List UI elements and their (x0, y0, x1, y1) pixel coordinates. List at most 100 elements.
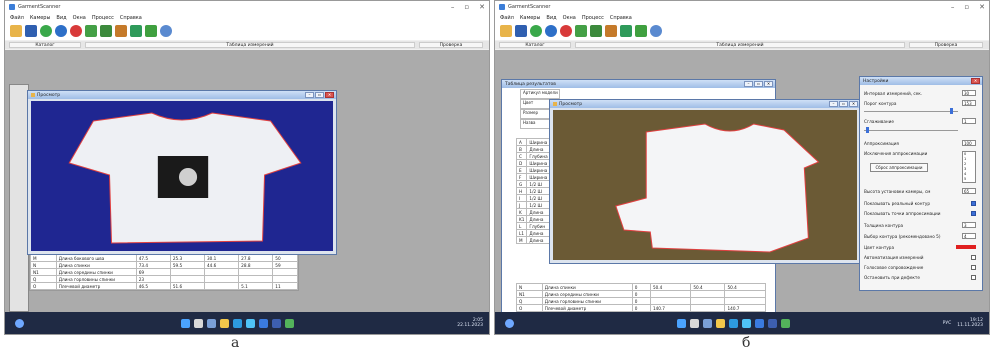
widgets-icon[interactable] (15, 318, 24, 328)
settings-title-bar[interactable]: Настройки ✕ (860, 77, 982, 85)
maximize-button[interactable]: ▫ (964, 3, 969, 11)
open-folder-icon[interactable] (500, 25, 512, 37)
store-icon[interactable] (246, 318, 255, 328)
camera-height-spinner[interactable]: 65 (962, 188, 976, 194)
minimize-icon[interactable]: – (305, 92, 314, 98)
menu-windows[interactable]: Окна (73, 15, 86, 21)
start-menu-icon[interactable] (181, 318, 190, 328)
menu-view[interactable]: Вид (546, 15, 556, 21)
search-icon[interactable] (690, 318, 699, 328)
stop-icon[interactable] (70, 25, 82, 37)
widgets-icon[interactable] (505, 318, 514, 328)
menu-process[interactable]: Процесс (582, 15, 604, 21)
table-row[interactable]: M Длина бокового шва 47.5 25.3 30.1 27.8 50 (30, 254, 298, 262)
task-view-icon[interactable] (207, 318, 216, 328)
preview-window[interactable]: Просмотр – ▫ ✕ (549, 99, 861, 264)
maximize-button[interactable]: ▫ (464, 3, 469, 11)
contour-choice-spinner[interactable]: 4 (962, 233, 976, 239)
contour-color-swatch[interactable] (956, 245, 976, 249)
close-button[interactable]: ✕ (479, 3, 485, 11)
pause-icon[interactable] (55, 25, 67, 37)
camera-icon[interactable] (130, 25, 142, 37)
minimize-icon[interactable]: – (744, 81, 753, 87)
edge-icon[interactable] (729, 318, 738, 328)
menu-help[interactable]: Справка (610, 15, 632, 21)
store-icon[interactable] (742, 318, 751, 328)
chart-icon[interactable] (100, 25, 112, 37)
threshold-slider-thumb[interactable] (950, 108, 953, 114)
tab-measurements[interactable]: Таблица измерений (85, 42, 415, 48)
restore-icon[interactable]: ▫ (315, 92, 324, 98)
start-icon[interactable] (530, 25, 542, 37)
threshold-slider-track[interactable] (864, 111, 958, 112)
open-folder-icon[interactable] (10, 25, 22, 37)
print-icon[interactable] (575, 25, 587, 37)
explorer-icon[interactable] (716, 318, 725, 328)
globe-icon[interactable] (160, 25, 172, 37)
start-menu-icon[interactable] (677, 318, 686, 328)
search-icon[interactable] (194, 318, 203, 328)
close-icon[interactable]: ✕ (849, 101, 858, 107)
show-real-contour-checkbox[interactable] (971, 201, 976, 206)
table-row[interactable]: N Длина спинки 0 50.4 50.4 50.4 (516, 283, 766, 291)
table-row[interactable]: Q Длина горловины спинки 23 (30, 275, 298, 283)
table-row[interactable]: N Длина спинки 73.4 59.5 44.6 28.8 59 (30, 261, 298, 269)
app-icon-b[interactable] (272, 318, 281, 328)
minimize-icon[interactable]: – (829, 101, 838, 107)
minimize-button[interactable]: – (951, 3, 955, 11)
garmentscanner-taskbar-icon[interactable] (781, 318, 790, 328)
threshold-spinner[interactable]: 153 (962, 100, 976, 106)
menu-view[interactable]: Вид (56, 15, 66, 21)
tab-measurements[interactable]: Таблица измерений (575, 42, 905, 48)
settings-window[interactable]: Настройки ✕ Интервал измерений, сек. 30 … (859, 76, 983, 291)
start-icon[interactable] (40, 25, 52, 37)
gear-icon[interactable] (145, 25, 157, 37)
stop-on-defect-checkbox[interactable] (971, 275, 976, 280)
menu-help[interactable]: Справка (120, 15, 142, 21)
garmentscanner-taskbar-icon[interactable] (285, 318, 294, 328)
save-icon[interactable] (515, 25, 527, 37)
table-row[interactable]: N1 Длина середины спинки 0 (516, 290, 766, 298)
tray-language[interactable]: РУС (943, 321, 952, 326)
table-row[interactable]: Q Длина горловины спинки 0 (516, 297, 766, 305)
show-approx-points-checkbox[interactable] (971, 211, 976, 216)
wand-icon[interactable] (115, 25, 127, 37)
close-icon[interactable]: ✕ (764, 81, 773, 87)
preview-title-bar[interactable]: Просмотр – ▫ ✕ (550, 100, 860, 108)
smoothing-slider-thumb[interactable] (866, 127, 869, 133)
edge-icon[interactable] (233, 318, 242, 328)
app-icon-b[interactable] (768, 318, 777, 328)
preview-window[interactable]: Просмотр – ▫ ✕ (27, 90, 337, 255)
pause-icon[interactable] (545, 25, 557, 37)
tab-catalog[interactable]: Каталог (9, 42, 81, 48)
restore-icon[interactable]: ▫ (839, 101, 848, 107)
contour-thickness-spinner[interactable]: 3 (962, 222, 976, 228)
app-icon-a[interactable] (259, 318, 268, 328)
explorer-icon[interactable] (220, 318, 229, 328)
approx-spinner[interactable]: 100 (962, 140, 976, 146)
tab-check[interactable]: Проверка (419, 42, 483, 48)
close-button[interactable]: ✕ (979, 3, 985, 11)
restore-icon[interactable]: ▫ (754, 81, 763, 87)
wand-icon[interactable] (605, 25, 617, 37)
app-icon-a[interactable] (755, 318, 764, 328)
menu-process[interactable]: Процесс (92, 15, 114, 21)
task-view-icon[interactable] (703, 318, 712, 328)
camera-icon[interactable] (620, 25, 632, 37)
auto-measure-checkbox[interactable] (971, 255, 976, 260)
tab-catalog[interactable]: Каталог (499, 42, 571, 48)
table-row[interactable]: O Плечевой диаметр 0 140.7 140.7 (516, 304, 766, 312)
gear-icon[interactable] (635, 25, 647, 37)
approx-exclusions-list[interactable]: 012345 (962, 151, 976, 183)
smoothing-spinner[interactable]: 1 (962, 118, 976, 124)
tab-check[interactable]: Проверка (909, 42, 983, 48)
results-title-bar[interactable]: Таблица результатов – ▫ ✕ (502, 80, 775, 88)
table-row[interactable]: O Плечевой диаметр 46.5 51.6 5.1 11 (30, 282, 298, 290)
stop-icon[interactable] (560, 25, 572, 37)
reset-approx-button[interactable]: Сброс аппроксимации (870, 163, 928, 172)
close-icon[interactable]: ✕ (971, 78, 980, 84)
table-row[interactable]: N1 Длина середины спинки 69 (30, 268, 298, 276)
menu-cameras[interactable]: Камеры (520, 15, 541, 21)
print-icon[interactable] (85, 25, 97, 37)
voice-checkbox[interactable] (971, 265, 976, 270)
